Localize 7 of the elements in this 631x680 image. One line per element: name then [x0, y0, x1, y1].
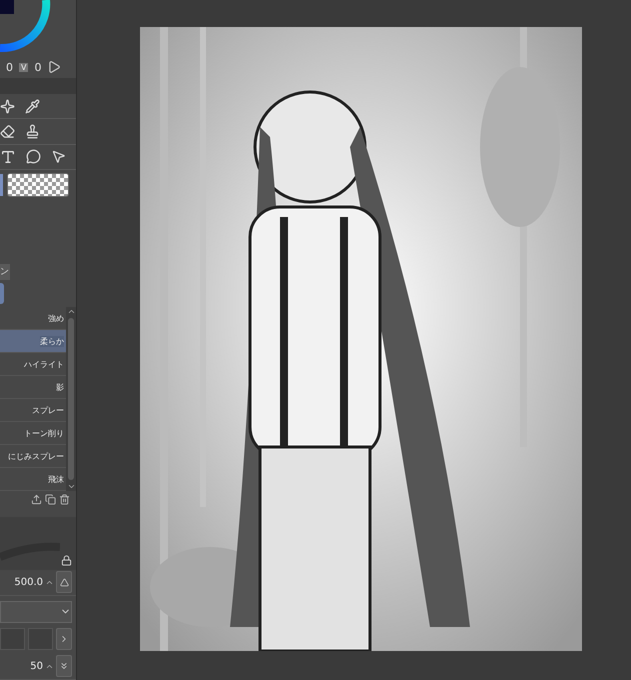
density-value[interactable]: 50 — [30, 660, 43, 672]
panel-tab[interactable]: ン — [0, 264, 10, 280]
subtool-item[interactable]: 柔らか — [0, 330, 66, 354]
color-value: 0 — [34, 60, 42, 74]
value-label: V — [19, 62, 28, 72]
brush-size-value[interactable]: 500.0 — [14, 576, 43, 588]
color-value: 0 — [6, 60, 13, 74]
